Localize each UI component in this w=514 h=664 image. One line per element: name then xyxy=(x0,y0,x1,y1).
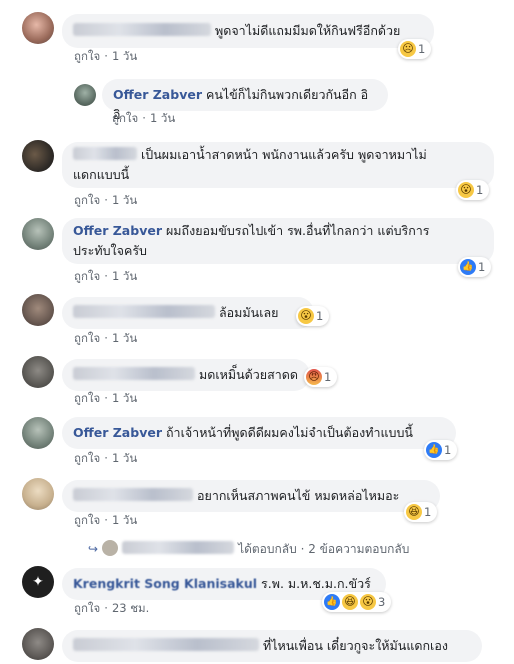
reaction-count-box[interactable]: 😮 1 xyxy=(296,306,330,326)
like-link[interactable]: ถูกใจ xyxy=(74,193,100,207)
comment-bubble: ที่ไหนเพื่อน เดี๋ยวกูจะให้มันแดกเอง xyxy=(62,630,482,662)
timestamp[interactable]: 1 วัน xyxy=(112,513,137,527)
like-reaction-icon: 👍 xyxy=(324,594,340,610)
avatar-logo-icon: ✦ xyxy=(32,574,44,590)
comment-text-line2: ประทับใจครับ xyxy=(73,243,147,258)
like-link[interactable]: ถูกใจ xyxy=(74,451,100,465)
comment-text: มดเหมิ็นด้วยสาดด xyxy=(199,367,298,382)
comment-actions: ถูกใจ · 1 วัน xyxy=(74,193,138,207)
like-link[interactable]: ถูกใจ xyxy=(74,331,100,345)
like-link[interactable]: ถูกใจ xyxy=(74,391,100,405)
like-reaction-icon: 👍 xyxy=(460,259,476,275)
author-name[interactable]: Krengkrit Song Klanisakul xyxy=(73,576,257,591)
blurred-author-name xyxy=(122,541,235,554)
blurred-author-name[interactable] xyxy=(73,367,195,380)
comment-text: ถ้าเจ้าหน้าที่พูดดีดีผมคงไม่จำเป็นต้องทำ… xyxy=(165,425,413,440)
avatar[interactable] xyxy=(22,140,54,172)
reaction-count-box[interactable]: 👍 1 xyxy=(458,257,492,277)
comment-actions: ถูกใจ · 23 ชม. xyxy=(74,601,150,615)
reaction-count-box[interactable]: ☹ 1 xyxy=(398,39,432,59)
wow-reaction-icon: 😮 xyxy=(360,594,376,610)
comment-text: ร.พ. ม.ห.ช.ม.ก.ขัวร์ xyxy=(261,576,371,591)
reaction-count-box[interactable]: 👍 😆 😮 3 xyxy=(322,592,392,612)
author-name[interactable]: Offer Zabver xyxy=(113,87,202,102)
avatar[interactable] xyxy=(22,218,54,250)
comment-actions: ถูกใจ · 1 วัน xyxy=(74,331,138,345)
like-link[interactable]: ถูกใจ xyxy=(74,513,100,527)
blurred-author-name[interactable] xyxy=(73,488,193,501)
comment-bubble: ล้อมมันเลย xyxy=(62,297,314,329)
comment-bubble: อยากเห็นสภาพคนไข้ หมดหล่อไหมอะ xyxy=(62,480,440,512)
comment-text: ที่ไหนเพื่อน เดี๋ยวกูจะให้มันแดกเอง xyxy=(263,638,448,653)
author-name[interactable]: Offer Zabver xyxy=(73,425,162,440)
avatar[interactable] xyxy=(22,417,54,449)
like-link[interactable]: ถูกใจ xyxy=(112,111,138,125)
avatar[interactable] xyxy=(22,628,54,660)
avatar[interactable] xyxy=(22,356,54,388)
timestamp[interactable]: 23 ชม. xyxy=(112,601,149,615)
reaction-count-box[interactable]: 👍 1 xyxy=(424,440,458,460)
avatar[interactable]: ✦ xyxy=(22,566,54,598)
sad-reaction-icon: ☹ xyxy=(400,41,416,57)
author-name[interactable]: Offer Zabver xyxy=(73,223,162,238)
like-link[interactable]: ถูกใจ xyxy=(74,269,100,283)
angry-reaction-icon: 😠 xyxy=(306,369,322,385)
wow-reaction-icon: 😮 xyxy=(298,308,314,324)
like-reaction-icon: 👍 xyxy=(426,442,442,458)
haha-reaction-icon: 😆 xyxy=(342,594,358,610)
like-link[interactable]: ถูกใจ xyxy=(74,601,100,615)
avatar[interactable] xyxy=(22,478,54,510)
timestamp[interactable]: 1 วัน xyxy=(112,49,137,63)
comment-text-line2: แดกแบบนี้ xyxy=(73,167,130,182)
avatar xyxy=(102,540,119,556)
reaction-count-box[interactable]: 😆 1 xyxy=(404,502,438,522)
comment-text: อยากเห็นสภาพคนไข้ หมดหล่อไหมอะ xyxy=(197,488,400,503)
comment-actions: ถูกใจ · 1 วัน xyxy=(74,49,138,63)
comment-text-line1: เป็นผมเอาน้ำสาดหน้า พนักงานแล้วครับ พูดจ… xyxy=(141,147,427,162)
blurred-author-name[interactable] xyxy=(73,23,211,36)
comment-bubble: พูดจาไม่ดีแถมมีมดให้กินฟรีอีกด้วย xyxy=(62,14,434,48)
comment-text-line1: ผมถึงยอมขับรถไปเข้า รพ.อื่นที่ไกลกว่า แต… xyxy=(165,223,430,238)
timestamp[interactable]: 1 วัน xyxy=(112,391,137,405)
timestamp[interactable]: 1 วัน xyxy=(112,451,137,465)
like-link[interactable]: ถูกใจ xyxy=(74,49,100,63)
haha-reaction-icon: 😆 xyxy=(406,504,422,520)
comment-actions: ถูกใจ · 1 วัน xyxy=(74,269,138,283)
blurred-author-name[interactable] xyxy=(73,638,259,651)
blurred-author-name[interactable] xyxy=(73,147,137,160)
avatar[interactable] xyxy=(22,294,54,326)
wow-reaction-icon: 😮 xyxy=(458,182,474,198)
avatar[interactable] xyxy=(74,84,96,106)
comment-bubble: Offer Zabver ผมถึงยอมขับรถไปเข้า รพ.อื่นท… xyxy=(62,218,494,264)
comment-actions: ถูกใจ · 1 วัน xyxy=(112,111,176,125)
view-replies-link[interactable]: ↪ ได้ตอบกลับ · 2 ข้อความตอบกลับ xyxy=(88,540,409,559)
reply-arrow-icon: ↪ xyxy=(88,542,99,556)
reaction-count-box[interactable]: 😮 1 xyxy=(456,180,490,200)
comment-actions: ถูกใจ · 1 วัน xyxy=(74,513,138,527)
timestamp[interactable]: 1 วัน xyxy=(150,111,175,125)
comment-text: พูดจาไม่ดีแถมมีมดให้กินฟรีอีกด้วย xyxy=(215,23,401,38)
comment-bubble: Offer Zabver ถ้าเจ้าหน้าที่พูดดีดีผมคงไม่… xyxy=(62,417,456,449)
avatar[interactable] xyxy=(22,12,54,44)
comment-bubble: เป็นผมเอาน้ำสาดหน้า พนักงานแล้วครับ พูดจ… xyxy=(62,142,494,188)
timestamp[interactable]: 1 วัน xyxy=(112,269,137,283)
comment-text: ล้อมมันเลย xyxy=(219,305,279,320)
timestamp[interactable]: 1 วัน xyxy=(112,331,137,345)
timestamp[interactable]: 1 วัน xyxy=(112,193,137,207)
comment-actions: ถูกใจ · 1 วัน xyxy=(74,391,138,405)
blurred-author-name[interactable] xyxy=(73,305,215,318)
comment-bubble: Offer Zabver คนไข้ก็ไม่กินพวกเดียวกันอีก … xyxy=(102,79,388,122)
reaction-count-box[interactable]: 😠 1 xyxy=(304,367,338,387)
comment-bubble: มดเหมิ็นด้วยสาดด xyxy=(62,359,310,391)
comment-actions: ถูกใจ · 1 วัน xyxy=(74,451,138,465)
